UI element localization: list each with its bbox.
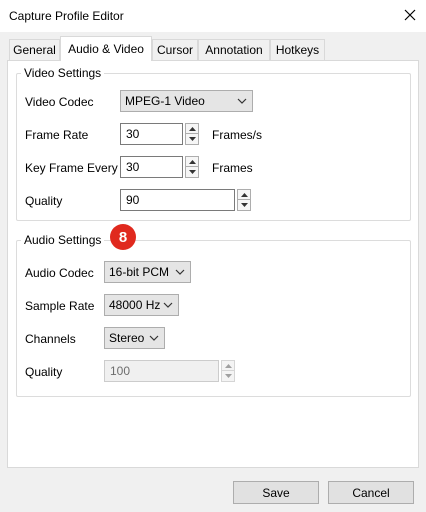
video-settings-title: Video Settings bbox=[21, 66, 105, 80]
audio-codec-value: 16-bit PCM bbox=[109, 265, 170, 279]
title-bar: Capture Profile Editor bbox=[0, 0, 426, 32]
spin-down-icon bbox=[240, 203, 248, 207]
spin-up-icon bbox=[188, 126, 196, 131]
cancel-button-label: Cancel bbox=[352, 485, 390, 500]
chevron-down-icon bbox=[175, 269, 185, 275]
audio-quality-spinner bbox=[221, 360, 235, 382]
key-frame-spinner[interactable] bbox=[185, 156, 199, 178]
save-button[interactable]: Save bbox=[233, 481, 319, 504]
tab-hotkeys[interactable]: Hotkeys bbox=[270, 39, 325, 60]
save-button-label: Save bbox=[262, 485, 290, 500]
audio-settings-title: Audio Settings bbox=[21, 233, 105, 247]
video-quality-spinner[interactable] bbox=[237, 189, 251, 211]
channels-label: Channels bbox=[25, 332, 76, 346]
chevron-down-icon bbox=[163, 302, 173, 308]
spin-up-icon bbox=[224, 363, 232, 368]
audio-quality-value: 100 bbox=[110, 364, 131, 378]
spin-up-button[interactable] bbox=[185, 156, 199, 167]
frame-rate-label: Frame Rate bbox=[25, 128, 89, 142]
frame-rate-spinner[interactable] bbox=[185, 123, 199, 145]
spin-down-icon bbox=[224, 374, 232, 378]
channels-select[interactable]: Stereo bbox=[104, 327, 165, 349]
close-icon bbox=[404, 9, 416, 21]
audio-codec-select[interactable]: 16-bit PCM bbox=[104, 261, 191, 283]
spin-up-button[interactable] bbox=[185, 123, 199, 134]
spin-up-button[interactable] bbox=[237, 189, 251, 200]
spin-down-icon bbox=[188, 137, 196, 141]
sample-rate-label: Sample Rate bbox=[25, 299, 95, 313]
spin-down-icon bbox=[188, 170, 196, 174]
key-frame-label: Key Frame Every bbox=[25, 161, 118, 175]
frame-rate-value: 30 bbox=[126, 127, 140, 141]
tab-label: Audio & Video bbox=[68, 42, 144, 56]
close-button[interactable] bbox=[396, 2, 424, 28]
audio-quality-label: Quality bbox=[25, 365, 63, 379]
sample-rate-value: 48000 Hz bbox=[109, 298, 161, 312]
video-quality-value: 90 bbox=[126, 193, 140, 207]
video-quality-input[interactable]: 90 bbox=[120, 189, 235, 211]
tab-annotation[interactable]: Annotation bbox=[198, 39, 270, 60]
chevron-down-icon bbox=[237, 98, 247, 104]
video-quality-label: Quality bbox=[25, 194, 63, 208]
spin-up-button bbox=[221, 360, 235, 371]
sample-rate-select[interactable]: 48000 Hz bbox=[104, 294, 179, 316]
tab-label: Hotkeys bbox=[275, 43, 320, 57]
spin-down-button bbox=[221, 371, 235, 382]
frame-rate-input[interactable]: 30 bbox=[120, 123, 183, 145]
spin-up-icon bbox=[188, 159, 196, 164]
spin-down-button[interactable] bbox=[185, 134, 199, 145]
key-frame-value: 30 bbox=[126, 160, 140, 174]
key-frame-input[interactable]: 30 bbox=[120, 156, 183, 178]
spin-up-icon bbox=[240, 192, 248, 197]
step-number-badge: 8 bbox=[110, 224, 136, 250]
window-title: Capture Profile Editor bbox=[9, 9, 124, 23]
spin-down-button[interactable] bbox=[185, 167, 199, 178]
key-frame-unit: Frames bbox=[212, 161, 253, 175]
video-codec-value: MPEG-1 Video bbox=[125, 94, 205, 108]
chevron-down-icon bbox=[149, 335, 159, 341]
spin-down-button[interactable] bbox=[237, 200, 251, 211]
tab-general[interactable]: General bbox=[9, 39, 60, 60]
audio-quality-input: 100 bbox=[104, 360, 219, 382]
tab-cursor[interactable]: Cursor bbox=[152, 39, 198, 60]
video-codec-label: Video Codec bbox=[25, 95, 94, 109]
tab-label: Annotation bbox=[205, 43, 263, 57]
audio-codec-label: Audio Codec bbox=[25, 266, 94, 280]
tab-panel: Video Settings Video Codec MPEG-1 Video … bbox=[7, 60, 419, 468]
cancel-button[interactable]: Cancel bbox=[328, 481, 414, 504]
tab-label: Cursor bbox=[156, 43, 193, 57]
channels-value: Stereo bbox=[109, 331, 145, 345]
step-number: 8 bbox=[118, 228, 128, 246]
frame-rate-unit: Frames/s bbox=[212, 128, 263, 142]
tab-label: General bbox=[13, 43, 56, 57]
video-codec-select[interactable]: MPEG-1 Video bbox=[120, 90, 253, 112]
tab-audio-video[interactable]: Audio & Video bbox=[60, 36, 152, 61]
